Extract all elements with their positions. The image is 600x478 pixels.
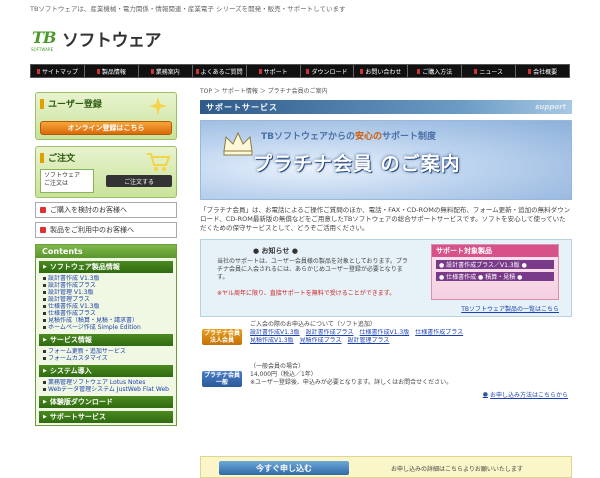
nav-download[interactable]: ダウンロード (299, 65, 354, 77)
apply-cta-bar: 今すぐ申し込む お申し込みの詳細はこちらよりお願いいたします (200, 456, 572, 478)
cart-icon (147, 153, 171, 171)
apply-method-link[interactable]: お申し込み方法はこちらから (483, 390, 568, 399)
sidebar-section-support[interactable]: サポートサービス (39, 411, 173, 423)
info-text: 当社のサポートは、ユーザー会員様の製品を対象としております。プラチナ会員に入会さ… (217, 258, 408, 281)
sidebar-section-products[interactable]: ソフトウェア製品情報 (39, 261, 173, 273)
nav-purchase[interactable]: ご購入方法 (407, 65, 461, 77)
info-title: ● お知らせ ● (253, 247, 298, 255)
banner-title: プラチナ会員 のご案内 (253, 153, 461, 175)
contents-title: Contents (36, 245, 176, 258)
breadcrumb[interactable]: TOP ＞ サポート情報 ＞ プラチナ会員のご案内 (200, 86, 572, 96)
logo-mark-text: TB (32, 28, 56, 47)
product-link[interactable]: 仕様書作成プラス (415, 329, 463, 337)
member-row-general: プラチナ会員 一般 （一般会員の場合） 14,000円（税込／1年） ※ユーザー… (200, 363, 572, 401)
sidebar-item[interactable]: 業務管理ソフトウェア Lotus Notes (36, 379, 176, 386)
order-box: ご注文 ソフトウェア ご注文は ご注文する (35, 146, 177, 198)
promo-line: ● 仕様書作成 ● 積算・見積 ● (436, 272, 554, 281)
sidebar-item[interactable]: ホームページ作成 Simple Edition (36, 324, 176, 331)
member-line: ご入会の際のお申込みについて（ソフト追加） (250, 321, 376, 328)
banner-subtitle-post: サポート制度 (382, 132, 437, 142)
product-list-link[interactable]: TBソフトウェア製品の一覧はこちら (461, 304, 559, 313)
main-content: TOP ＞ サポート情報 ＞ プラチナ会員のご案内 サポートサービス suppo… (200, 86, 572, 401)
nav-support[interactable]: サポート (245, 65, 300, 77)
sidebar-item[interactable]: 仕様書作成 V1.3版 (36, 303, 176, 310)
nav-news[interactable]: ニュース (461, 65, 515, 77)
member-product-links: 設計書作成V1.3版 設計書作成プラス 仕様書作成V1.3版 仕様書作成プラス (250, 329, 570, 337)
member-note: ※ユーザー登録後、申込みが必要となります。詳しくはお問合せください。 (250, 379, 453, 386)
product-link[interactable]: 仕様書作成V1.3版 (360, 329, 410, 337)
apply-now-button[interactable]: 今すぐ申し込む (219, 461, 349, 475)
page-title: サポートサービス support (200, 100, 572, 114)
member-row-corporate: プラチナ会員 法人会員 ご入会の際のお申込みについて（ソフト追加） 設計書作成V… (200, 321, 572, 359)
sidebar: ユーザー登録 オンライン登録はこちら ご注文 ソフトウェア ご注文は ご注文する… (35, 92, 177, 478)
prospective-customer-link[interactable]: ご購入を検討のお客様へ (35, 202, 177, 218)
member-body: ご入会の際のお申込みについて（ソフト追加） 設計書作成V1.3版 設計書作成プラ… (250, 321, 570, 345)
sidebar-item[interactable]: フォームカスタマイズ (36, 355, 176, 362)
sidebar-section-services[interactable]: サービス情報 (39, 334, 173, 346)
promo-title: サポート対象製品 (432, 245, 558, 257)
info-panel: ● お知らせ ● 当社のサポートは、ユーザー会員様の製品を対象としております。プ… (200, 239, 572, 317)
user-registration-box: ユーザー登録 オンライン登録はこちら (35, 92, 177, 140)
product-link[interactable]: 見積作成V1.3版 (250, 337, 294, 345)
product-link[interactable]: 設計書作成V1.3版 (250, 329, 300, 337)
page-title-text: サポートサービス (206, 102, 278, 112)
platinum-banner: TBソフトウェアからの安心のサポート制度 プラチナ会員 のご案内 (200, 120, 572, 200)
global-nav: サイトマップ 製品情報 業務案内 よくあるご質問 サポート ダウンロード お問い… (30, 64, 570, 78)
sidebar-item[interactable]: フォーム更新・追加サービス (36, 348, 176, 355)
page-title-en: support (535, 103, 566, 111)
sparkle-icon (149, 97, 167, 115)
nav-products[interactable]: 製品情報 (83, 65, 138, 77)
sidebar-item[interactable]: 設計管理プラス (36, 296, 176, 303)
apply-cta-text: お申し込みの詳細はこちらよりお願いいたします (391, 466, 523, 473)
member-body: （一般会員の場合） 14,000円（税込／1年） ※ユーザー登録後、申込みが必要… (250, 363, 570, 387)
nav-contact[interactable]: お問い合わせ (353, 65, 407, 77)
logo-mark-sub: SOFTWARE (31, 47, 54, 52)
member-product-links: 見積作成V1.3版 見積作成プラス 設計管理プラス (250, 337, 570, 345)
crown-icon (223, 131, 253, 156)
site-logo[interactable]: TB SOFTWARE ソフトウェア (30, 24, 162, 52)
promo-line: ● 設計書作成プラス／V1.3版 ● (436, 260, 554, 269)
current-user-link[interactable]: 製品をご利用中のお客様へ (35, 222, 177, 238)
product-link[interactable]: 設計管理プラス (348, 337, 390, 345)
nav-sitemap[interactable]: サイトマップ (31, 65, 84, 77)
order-title: ご注文 (40, 151, 75, 164)
member-line: （一般会員の場合） (250, 363, 305, 370)
sidebar-section-system[interactable]: システム導入 (39, 365, 173, 377)
product-link[interactable]: 見積作成プラス (300, 337, 342, 345)
sidebar-item[interactable]: Webデータ管理システム JustWeb Flat Web (36, 386, 176, 393)
sidebar-item[interactable]: 仕様書作成プラス (36, 310, 176, 317)
sidebar-item[interactable]: 設計書作成プラス (36, 282, 176, 289)
supported-products-promo[interactable]: サポート対象製品 ● 設計書作成プラス／V1.3版 ● ● 仕様書作成 ● 積算… (431, 244, 559, 300)
intro-text: 「プラチナ会員」は、お電話によるご操作ご質問のほか、電話・FAX・CD-ROMの… (200, 206, 571, 232)
online-registration-button[interactable]: オンライン登録はこちら (40, 121, 172, 135)
banner-subtitle: TBソフトウェアからの安心のサポート制度 (261, 129, 436, 142)
nav-services[interactable]: 業務案内 (137, 65, 192, 77)
platinum-general-badge: プラチナ会員 一般 (202, 371, 242, 387)
product-link[interactable]: 設計書作成プラス (306, 329, 354, 337)
info-note: ※ヤル周年に限り、直接サポートを無料で受けることができます。 (217, 290, 396, 297)
platinum-corporate-badge: プラチナ会員 法人会員 (202, 329, 242, 345)
sidebar-section-trial[interactable]: 体験版ダウンロード (39, 396, 173, 408)
nav-faq[interactable]: よくあるご質問 (191, 65, 246, 77)
nav-company[interactable]: 会社概要 (515, 65, 569, 77)
logo-name: ソフトウェア (62, 30, 162, 51)
user-registration-title: ユーザー登録 (40, 97, 102, 110)
contents-menu: Contents ソフトウェア製品情報 設計書作成 V1.3版 設計書作成プラス… (35, 244, 177, 426)
sidebar-item[interactable]: 設計管理 V1.3版 (36, 289, 176, 296)
sidebar-item[interactable]: 見積作成（積算・見積・請求書） (36, 317, 176, 324)
order-button[interactable]: ご注文する (106, 175, 172, 187)
tb-logo-mark: TB SOFTWARE (30, 26, 58, 52)
banner-subtitle-pre: TBソフトウェアからの (261, 132, 355, 142)
banner-subtitle-highlight: 安心の (355, 132, 383, 142)
site-tagline: TBソフトウェアは、産業機械・電力関係・情報関連・産業電子 シリーズを開発・販売… (30, 5, 346, 13)
member-price: 14,000円（税込／1年） (250, 371, 317, 378)
sidebar-item[interactable]: 設計書作成 V1.3版 (36, 275, 176, 282)
software-order-label: ソフトウェア ご注文は (40, 169, 94, 193)
